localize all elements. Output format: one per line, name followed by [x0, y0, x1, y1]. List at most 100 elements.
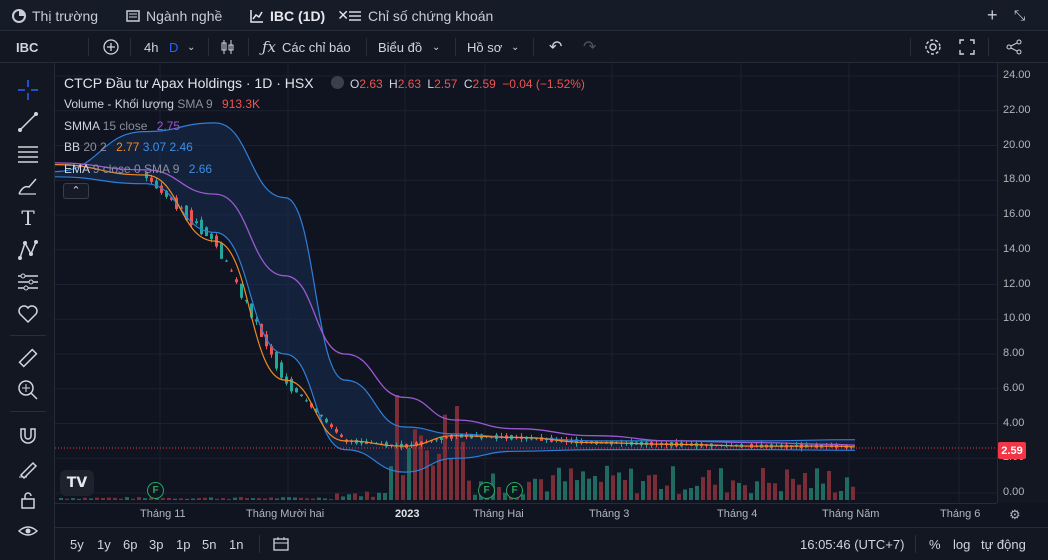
candle-body — [155, 180, 158, 189]
collapse-legend-button[interactable]: ⌃ — [63, 183, 89, 199]
volume-bar — [809, 488, 813, 500]
bb-basis-value: 2.77 — [116, 140, 140, 154]
legend-volume[interactable]: Volume - Khối lượng SMA 9 913.3K — [64, 97, 260, 111]
interval-dropdown-chevron-icon[interactable]: ⌄ — [187, 31, 195, 63]
high-label: H — [389, 77, 398, 91]
redo-icon[interactable]: ↷ — [583, 31, 596, 63]
eye-icon[interactable] — [14, 518, 42, 544]
close-value: 2.59 — [472, 77, 496, 91]
text-icon[interactable]: T — [14, 205, 42, 231]
volume-bar — [473, 494, 477, 500]
candle-body — [195, 221, 198, 224]
price-tick-label: 8.00 — [1003, 347, 1025, 359]
range-1y[interactable]: 1y — [97, 537, 111, 552]
volume-bar — [557, 467, 561, 500]
auto-scale-toggle[interactable]: tự động — [981, 537, 1026, 552]
volume-bar — [317, 497, 321, 500]
profile-button[interactable]: Hồ sơ — [467, 31, 502, 63]
brush-icon[interactable] — [14, 173, 42, 199]
volume-bar — [215, 498, 219, 500]
price-chart[interactable] — [54, 63, 997, 503]
candles-button[interactable] — [220, 31, 236, 63]
share-icon — [1006, 39, 1022, 55]
indicators-button[interactable]: ƒx Các chỉ báo — [262, 31, 351, 63]
tab-ibc-chart[interactable]: IBC (1D) ✕ — [250, 0, 349, 31]
volume-bar — [581, 471, 585, 500]
share-button[interactable] — [1005, 31, 1023, 63]
price-tick-label: 24.00 — [1003, 69, 1031, 81]
symbol-search[interactable]: IBC — [16, 31, 38, 63]
fib-retracement-icon[interactable] — [14, 141, 42, 167]
volume-bar — [707, 470, 711, 500]
financial-event-marker[interactable]: F — [147, 482, 164, 499]
volume-bar — [233, 497, 237, 500]
heart-icon[interactable] — [14, 301, 42, 327]
tab-stock-index-label: Chỉ số chứng khoán — [368, 7, 494, 24]
lock-pencil-icon[interactable] — [14, 455, 42, 481]
price-tick-label: 14.00 — [1003, 242, 1031, 255]
profile-chevron-icon[interactable]: ⌄ — [511, 31, 519, 63]
fullscreen-button[interactable] — [958, 31, 976, 63]
volume-bar — [647, 475, 651, 500]
ohlc-values: O2.63 H2.63 L2.57 C2.59 −0.04 (−1.52%) — [350, 77, 585, 91]
tab-stock-index[interactable]: Chỉ số chứng khoán — [348, 0, 493, 31]
prediction-icon[interactable] — [14, 269, 42, 295]
settings-button[interactable] — [924, 31, 942, 63]
volume-bar — [731, 480, 735, 500]
chart-type-button[interactable]: Biểu đồ — [378, 31, 422, 63]
volume-bar — [59, 498, 63, 500]
magnet-icon[interactable] — [14, 423, 42, 449]
gear-icon — [925, 39, 941, 55]
price-tick-label: 16.00 — [1003, 208, 1031, 220]
interval-d[interactable]: D — [169, 31, 178, 63]
interval-4h[interactable]: 4h — [144, 31, 158, 63]
volume-bar — [275, 498, 279, 500]
range-1m[interactable]: 1p — [176, 537, 190, 552]
volume-bar — [827, 470, 831, 500]
legend-ema[interactable]: EMA 9 close 0 SMA 9 2.66 — [64, 162, 212, 176]
date-range-icon[interactable] — [272, 535, 290, 556]
minimize-icon[interactable]: ⤡ — [1014, 0, 1025, 31]
percent-toggle[interactable]: % — [929, 537, 941, 552]
chart-canvas[interactable] — [54, 63, 997, 503]
legend-bb[interactable]: BB 20 2 2.77 3.07 2.46 — [64, 140, 193, 154]
volume-bar — [209, 497, 213, 500]
tab-industry[interactable]: Ngành nghề — [126, 0, 222, 31]
volume-bar — [527, 481, 531, 500]
symbol-title: CTCP Đầu tư Apax Holdings · 1D · HSX — [64, 75, 314, 91]
range-6m[interactable]: 6p — [123, 537, 137, 552]
range-5d[interactable]: 5n — [202, 537, 216, 552]
pattern-icon[interactable] — [14, 237, 42, 263]
time-axis-settings-icon[interactable]: ⚙ — [1009, 507, 1021, 523]
divider — [248, 38, 249, 56]
volume-param: SMA 9 — [177, 97, 213, 111]
ruler-icon[interactable] — [14, 345, 42, 371]
add-tab-icon[interactable]: + — [987, 0, 998, 31]
divider — [208, 38, 209, 56]
lock-icon[interactable] — [14, 487, 42, 513]
crosshair-icon[interactable] — [14, 77, 42, 103]
compare-button[interactable] — [102, 31, 120, 63]
chart-type-chevron-icon[interactable]: ⌄ — [432, 31, 440, 63]
range-5y[interactable]: 5y — [70, 537, 84, 552]
volume-bar — [101, 498, 105, 500]
clock-time[interactable]: 16:05:46 (UTC+7) — [800, 537, 904, 552]
zoom-in-icon[interactable] — [14, 377, 42, 403]
tradingview-logo[interactable]: TV — [60, 470, 94, 496]
volume-bar — [533, 478, 537, 500]
volume-bar — [443, 414, 447, 500]
volume-bar — [575, 480, 579, 500]
financial-event-marker[interactable]: F — [478, 482, 495, 499]
financial-event-marker[interactable]: F — [506, 482, 523, 499]
trend-line-icon[interactable] — [14, 109, 42, 135]
log-toggle[interactable]: log — [953, 537, 970, 552]
tab-market[interactable]: Thị trường — [12, 0, 98, 31]
range-3m[interactable]: 3p — [149, 537, 163, 552]
symbol-status-dot — [331, 76, 345, 89]
volume-bar — [305, 498, 309, 500]
legend-smma[interactable]: SMMA 15 close 2.75 — [64, 119, 180, 133]
undo-icon[interactable]: ↶ — [549, 31, 562, 63]
volume-bar — [755, 481, 759, 500]
range-1d[interactable]: 1n — [229, 537, 243, 552]
volume-bar — [359, 496, 363, 500]
